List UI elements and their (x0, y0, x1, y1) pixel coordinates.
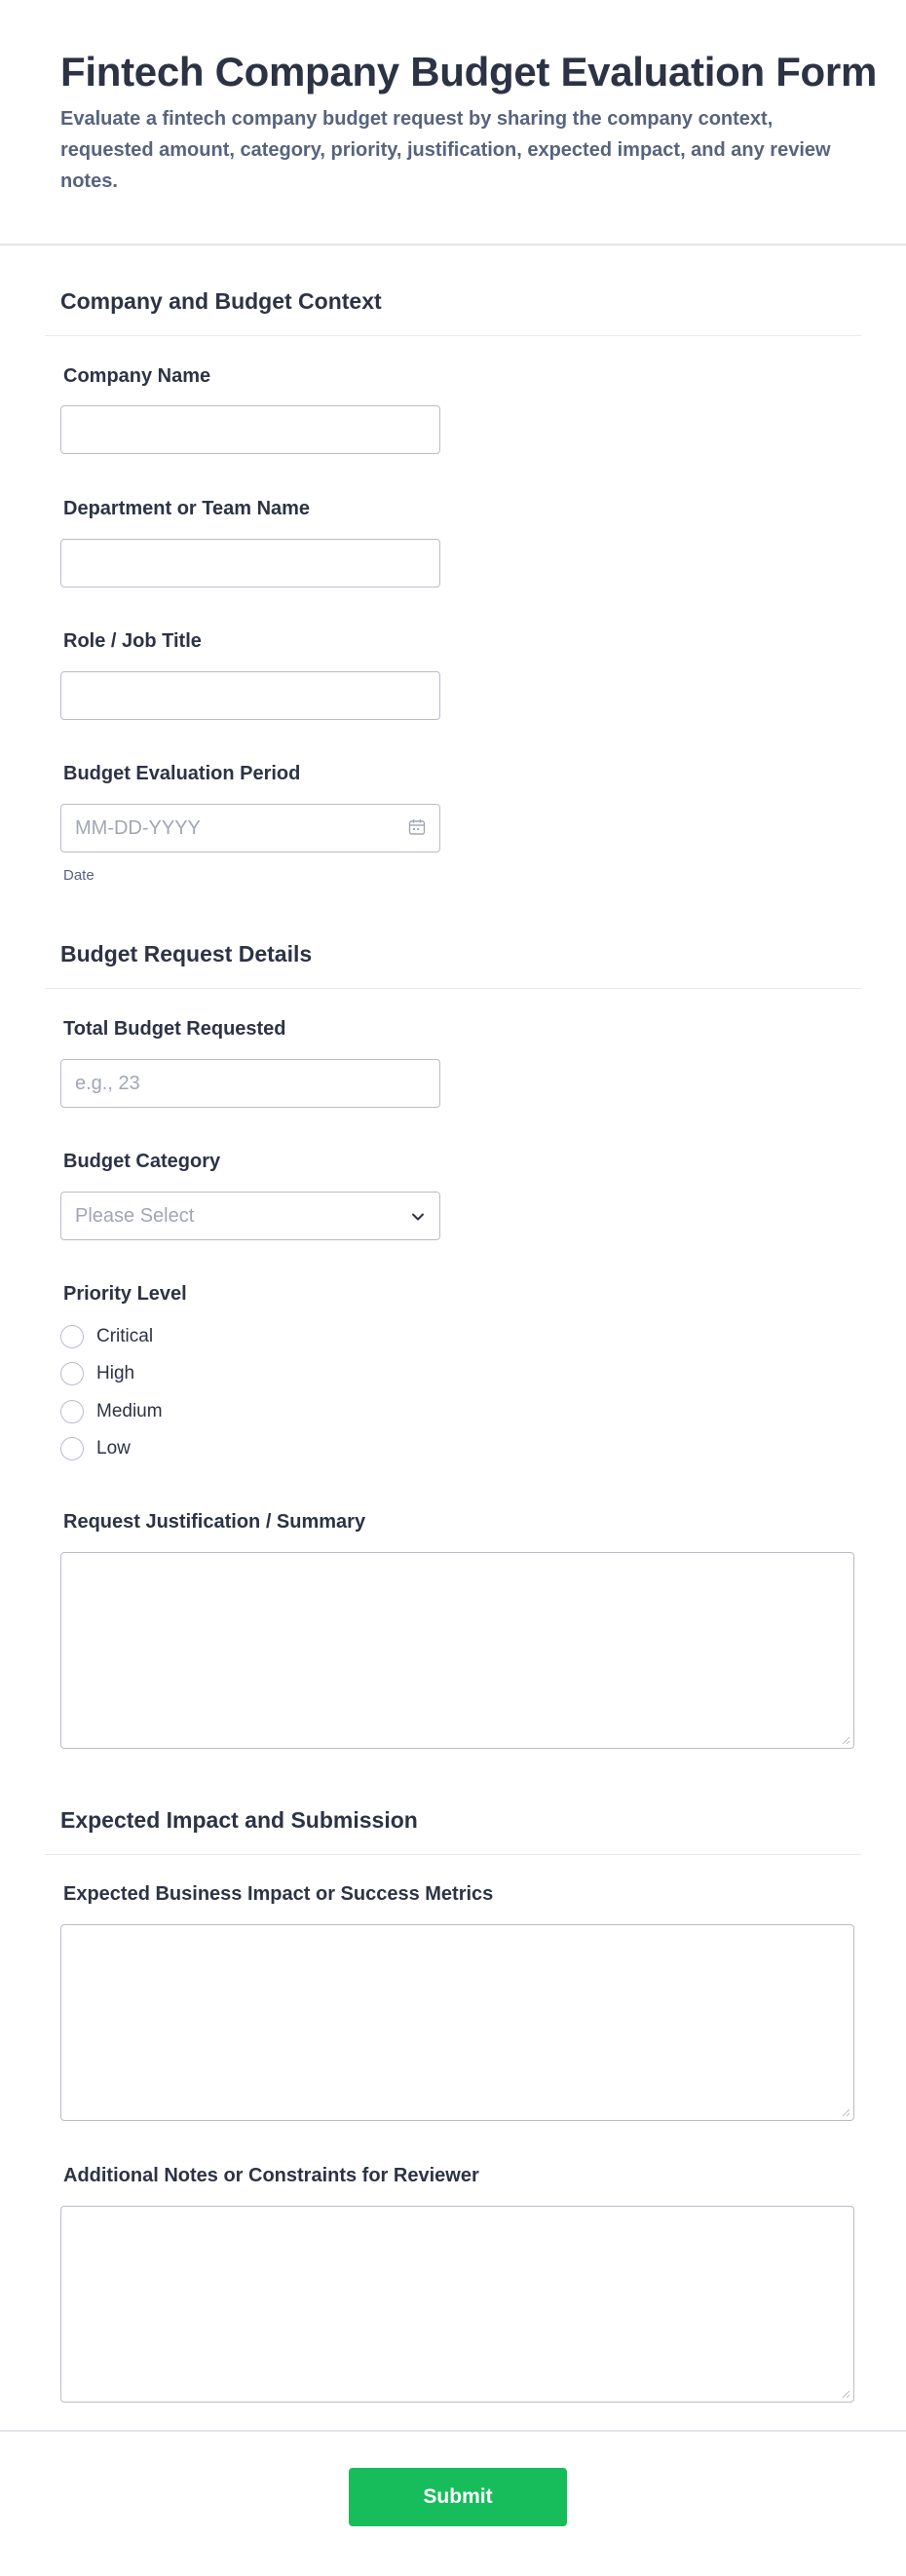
radio-label: Critical (96, 1326, 154, 1346)
category-label: Budget Category (63, 1151, 221, 1172)
radio-button[interactable] (60, 1325, 84, 1348)
period-date-input[interactable] (60, 804, 440, 852)
priority-option-high[interactable]: High (60, 1360, 255, 1387)
resize-grip-icon[interactable] (841, 1735, 850, 1745)
radio-button[interactable] (60, 1437, 84, 1460)
period-sublabel: Date (63, 867, 94, 884)
department-label: Department or Team Name (63, 498, 311, 519)
radio-label: Medium (96, 1401, 163, 1421)
resize-grip-icon[interactable] (841, 2107, 850, 2117)
submit-button[interactable]: Submit (349, 2468, 567, 2526)
section-title-details: Budget Request Details (60, 941, 313, 966)
radio-button[interactable] (60, 1400, 84, 1423)
company-name-input[interactable] (60, 405, 440, 454)
priority-label: Priority Level (63, 1283, 187, 1305)
priority-option-medium[interactable]: Medium (60, 1398, 255, 1425)
form-header: Fintech Company Budget Evaluation Form E… (0, 0, 906, 246)
section-divider (45, 988, 861, 989)
form-title: Fintech Company Budget Evaluation Form (60, 49, 877, 95)
category-selected-value: Please Select (75, 1205, 195, 1227)
notes-label: Additional Notes or Constraints for Revi… (63, 2165, 479, 2186)
notes-textarea[interactable] (60, 2206, 854, 2403)
business-impact-label: Expected Business Impact or Success Metr… (63, 1883, 494, 1905)
period-field-wrapper (0, 804, 906, 852)
radio-label: Low (96, 1438, 131, 1458)
role-label: Role / Job Title (63, 630, 202, 652)
justification-textarea[interactable] (60, 1552, 854, 1749)
business-impact-textarea[interactable] (60, 1924, 854, 2121)
period-label: Budget Evaluation Period (63, 763, 301, 784)
company-name-label: Company Name (63, 365, 211, 387)
radio-button[interactable] (60, 1362, 84, 1385)
role-input[interactable] (60, 671, 440, 720)
section-title-context: Company and Budget Context (60, 288, 382, 314)
calendar-icon[interactable] (408, 818, 426, 836)
priority-option-low[interactable]: Low (60, 1435, 255, 1462)
section-title-impact: Expected Impact and Submission (60, 1807, 418, 1833)
category-select[interactable]: Please Select (60, 1192, 440, 1240)
priority-option-critical[interactable]: Critical (60, 1323, 255, 1350)
department-input[interactable] (60, 539, 440, 587)
section-divider (45, 1854, 861, 1855)
resize-grip-icon[interactable] (841, 2389, 850, 2399)
footer-divider (0, 2430, 906, 2432)
radio-label: High (96, 1363, 135, 1383)
total-budget-input[interactable] (60, 1059, 440, 1108)
chevron-down-icon (412, 1213, 424, 1221)
section-divider (45, 335, 861, 336)
form-description: Evaluate a fintech company budget reques… (60, 108, 831, 192)
justification-label: Request Justification / Summary (63, 1511, 366, 1533)
total-budget-label: Total Budget Requested (63, 1018, 286, 1040)
